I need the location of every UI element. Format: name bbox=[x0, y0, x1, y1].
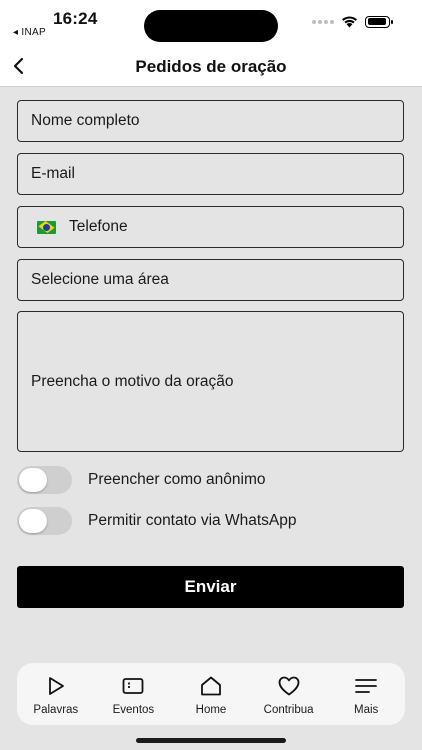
brazil-flag-icon[interactable] bbox=[37, 220, 56, 234]
reason-placeholder: Preencha o motivo da oração bbox=[31, 372, 234, 390]
tab-label: Contribua bbox=[263, 704, 314, 716]
email-field[interactable]: E-mail bbox=[17, 153, 404, 195]
status-carrier: ◂ INAP bbox=[13, 27, 46, 38]
area-placeholder: Selecione uma área bbox=[31, 271, 169, 288]
tab-home[interactable]: Home bbox=[172, 663, 250, 725]
dynamic-island bbox=[144, 10, 278, 42]
tab-label: Home bbox=[195, 704, 227, 716]
whatsapp-toggle-row: Permitir contato via WhatsApp bbox=[17, 507, 296, 535]
status-indicators bbox=[312, 15, 393, 28]
tab-label: Eventos bbox=[112, 704, 155, 716]
tab-mais[interactable]: Mais bbox=[327, 663, 405, 725]
anonymous-toggle-row: Preencher como anônimo bbox=[17, 466, 266, 494]
play-icon bbox=[48, 677, 64, 695]
full-name-field[interactable]: Nome completo bbox=[17, 100, 404, 142]
anonymous-toggle[interactable] bbox=[17, 466, 72, 494]
email-placeholder: E-mail bbox=[31, 165, 75, 182]
whatsapp-label: Permitir contato via WhatsApp bbox=[88, 512, 297, 529]
submit-button[interactable]: Enviar bbox=[17, 566, 404, 608]
tab-eventos[interactable]: Eventos bbox=[95, 663, 173, 725]
page-title: Pedidos de oração bbox=[135, 57, 287, 76]
tab-label: Palavras bbox=[33, 704, 79, 716]
tab-label: Mais bbox=[354, 704, 379, 716]
phone-field[interactable]: Telefone bbox=[17, 206, 404, 248]
home-indicator bbox=[136, 738, 286, 743]
anonymous-label: Preencher como anônimo bbox=[88, 471, 266, 488]
heart-icon bbox=[278, 676, 299, 696]
phone-placeholder: Telefone bbox=[69, 218, 128, 235]
tab-contribua[interactable]: Contribua bbox=[250, 663, 328, 725]
battery-icon bbox=[365, 15, 393, 28]
cellular-signal-icon bbox=[312, 19, 334, 24]
status-time: 16:24 bbox=[53, 9, 98, 28]
home-icon bbox=[201, 676, 221, 696]
wifi-icon bbox=[342, 16, 357, 28]
tab-bar: Palavras Eventos Home Contribua Mais bbox=[17, 663, 405, 725]
tab-palavras[interactable]: Palavras bbox=[17, 663, 95, 725]
ticket-icon bbox=[122, 678, 144, 694]
status-bar: 16:24 ◂ INAP bbox=[0, 0, 422, 46]
whatsapp-toggle[interactable] bbox=[17, 507, 72, 535]
prayer-reason-textarea[interactable]: Preencha o motivo da oração bbox=[17, 311, 404, 452]
full-name-placeholder: Nome completo bbox=[31, 112, 140, 129]
toggle-knob bbox=[19, 509, 47, 533]
area-select[interactable]: Selecione uma área bbox=[17, 259, 404, 301]
toggle-knob bbox=[19, 468, 47, 492]
menu-icon bbox=[355, 679, 378, 693]
navigation-bar: Pedidos de oração bbox=[0, 46, 422, 87]
